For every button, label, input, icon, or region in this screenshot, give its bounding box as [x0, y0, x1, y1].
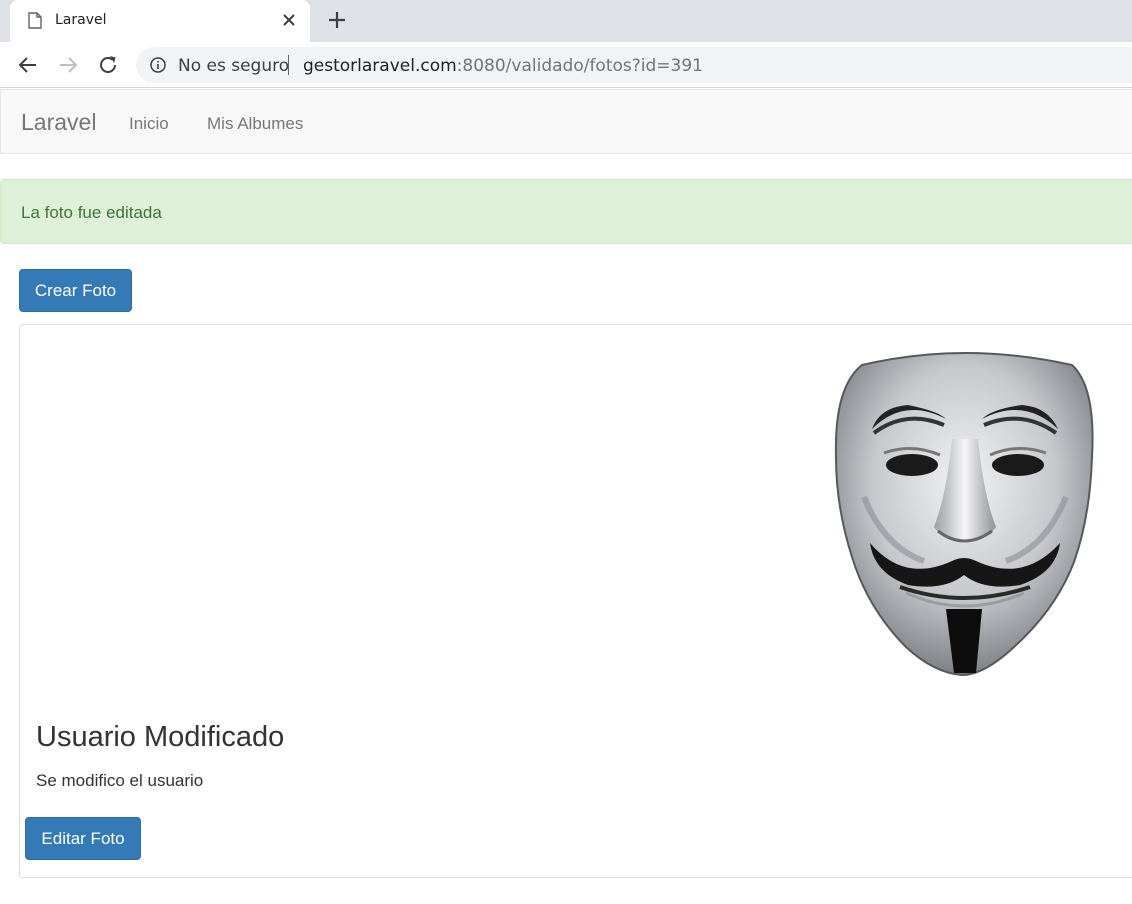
address-bar[interactable]: No es seguro gestorlaravel.com:8080/vali… — [136, 47, 1132, 83]
photo-card: Usuario Modificado Se modifico el usuari… — [19, 324, 1132, 878]
photo-description: Se modifico el usuario — [36, 771, 204, 790]
back-arrow-icon[interactable] — [16, 53, 40, 77]
security-status[interactable]: No es seguro — [178, 56, 289, 76]
edit-photo-button[interactable]: Editar Foto — [25, 817, 141, 860]
url-path: :8080/validado/fotos?id=391 — [456, 56, 703, 76]
info-icon[interactable] — [150, 57, 166, 73]
alert-message: La foto fue editada — [21, 203, 162, 222]
create-photo-button[interactable]: Crear Foto — [19, 269, 132, 312]
url-text[interactable]: gestorlaravel.com:8080/validado/fotos?id… — [303, 56, 703, 76]
document-icon — [28, 12, 42, 29]
success-alert: La foto fue editada — [0, 179, 1132, 244]
navbar: Laravel Inicio Mis Albumes — [0, 89, 1132, 154]
browser-tabstrip: Laravel — [0, 0, 1132, 42]
tab-title: Laravel — [55, 12, 107, 28]
reload-icon[interactable] — [96, 53, 120, 77]
photo-title: Usuario Modificado — [36, 721, 285, 753]
nav-link-inicio[interactable]: Inicio — [129, 114, 169, 134]
nav-link-mis-albumes[interactable]: Mis Albumes — [207, 114, 303, 134]
guy-fawkes-mask-image — [834, 352, 1094, 677]
close-icon[interactable] — [280, 11, 298, 29]
browser-toolbar: No es seguro gestorlaravel.com:8080/vali… — [0, 42, 1132, 88]
url-host: gestorlaravel.com — [303, 56, 457, 76]
browser-tab[interactable]: Laravel — [10, 0, 310, 42]
navbar-brand[interactable]: Laravel — [21, 109, 96, 136]
separator — [288, 55, 289, 75]
new-tab-icon[interactable] — [326, 9, 348, 31]
forward-arrow-icon[interactable] — [56, 53, 80, 77]
